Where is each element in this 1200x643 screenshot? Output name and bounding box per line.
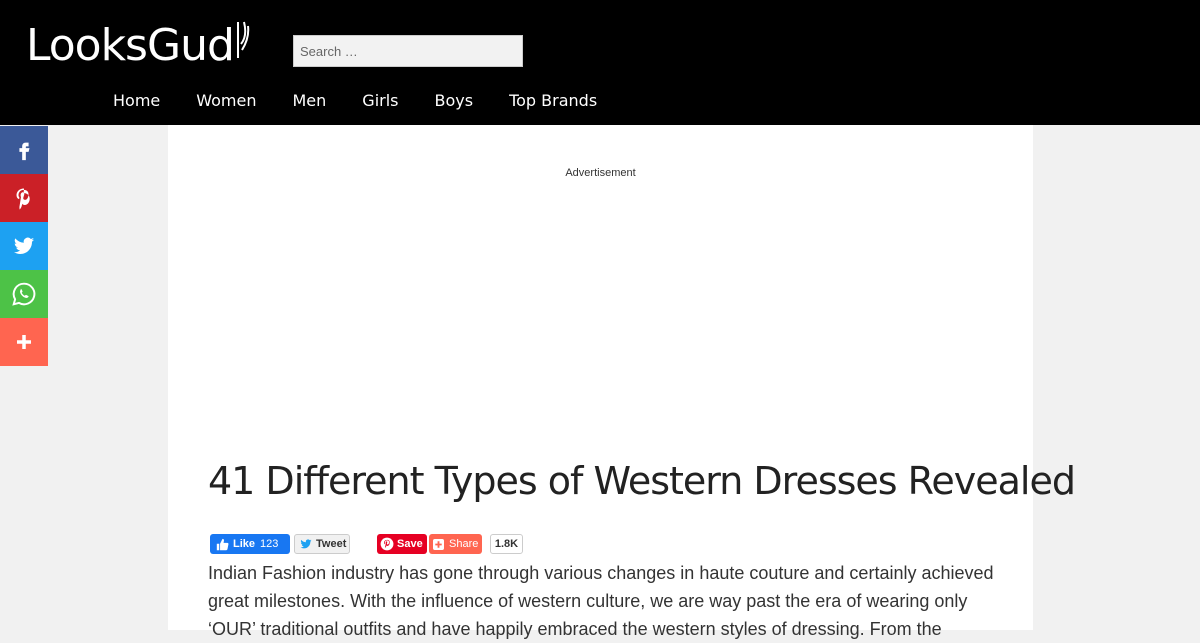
floating-share-bar [0,126,48,366]
site-header: LooksGud Home Women Men Girls Boys Top B… [0,0,1200,125]
logo-hanger-mark-icon [237,21,250,58]
nav-item-men[interactable]: Men [275,88,345,114]
pinterest-small-icon [380,537,394,551]
nav-item-women[interactable]: Women [178,88,274,114]
main-content: Advertisement 41 Different Types of West… [168,125,1076,639]
plus-box-icon [433,538,444,550]
twitter-share-button[interactable] [0,222,48,270]
facebook-like-count: 123 [260,538,279,550]
pinterest-icon [16,188,30,210]
main-nav: Home Women Men Girls Boys Top Brands [95,88,615,114]
facebook-like-label: Like [233,538,256,550]
sharethis-share-button[interactable]: Share [429,534,482,554]
share-label: Share [449,538,479,550]
nav-item-girls[interactable]: Girls [344,88,416,114]
article-intro-paragraph: Indian Fashion industry has gone through… [208,563,994,639]
site-logo[interactable]: LooksGud [26,18,235,74]
plus-icon [17,335,31,349]
nav-item-boys[interactable]: Boys [417,88,492,114]
whatsapp-icon [12,282,36,306]
nav-item-home[interactable]: Home [95,88,178,114]
more-share-button[interactable] [0,318,48,366]
search-input[interactable] [293,35,523,67]
tweet-label: Tweet [316,538,347,550]
whatsapp-share-button[interactable] [0,270,48,318]
nav-item-top-brands[interactable]: Top Brands [491,88,615,114]
pinterest-save-label: Save [397,538,423,550]
share-count-badge: 1.8K [490,534,523,554]
thumbs-up-icon [216,538,229,550]
pinterest-save-button[interactable]: Save [377,534,427,554]
facebook-share-button[interactable] [0,126,48,174]
pinterest-share-button[interactable] [0,174,48,222]
article-title: 41 Different Types of Western Dresses Re… [208,459,1076,503]
advertisement-label: Advertisement [565,167,636,179]
facebook-icon [19,142,30,161]
tweet-button[interactable]: Tweet [294,534,350,554]
facebook-like-button[interactable]: Like 123 [210,534,290,554]
twitter-bird-icon [300,539,312,549]
twitter-icon [13,237,35,254]
